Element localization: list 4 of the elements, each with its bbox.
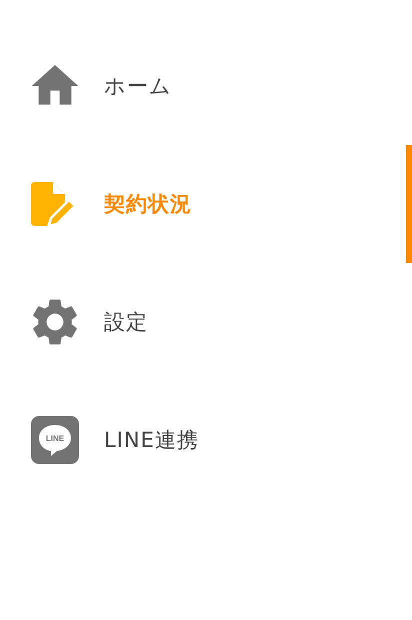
menu-item[interactable]: LINE LINE連携 — [0, 381, 412, 499]
menu-item[interactable]: ホーム — [0, 27, 412, 145]
chat-logo-icon: LINE — [31, 416, 79, 464]
menu-item[interactable]: 設定 — [0, 263, 412, 381]
